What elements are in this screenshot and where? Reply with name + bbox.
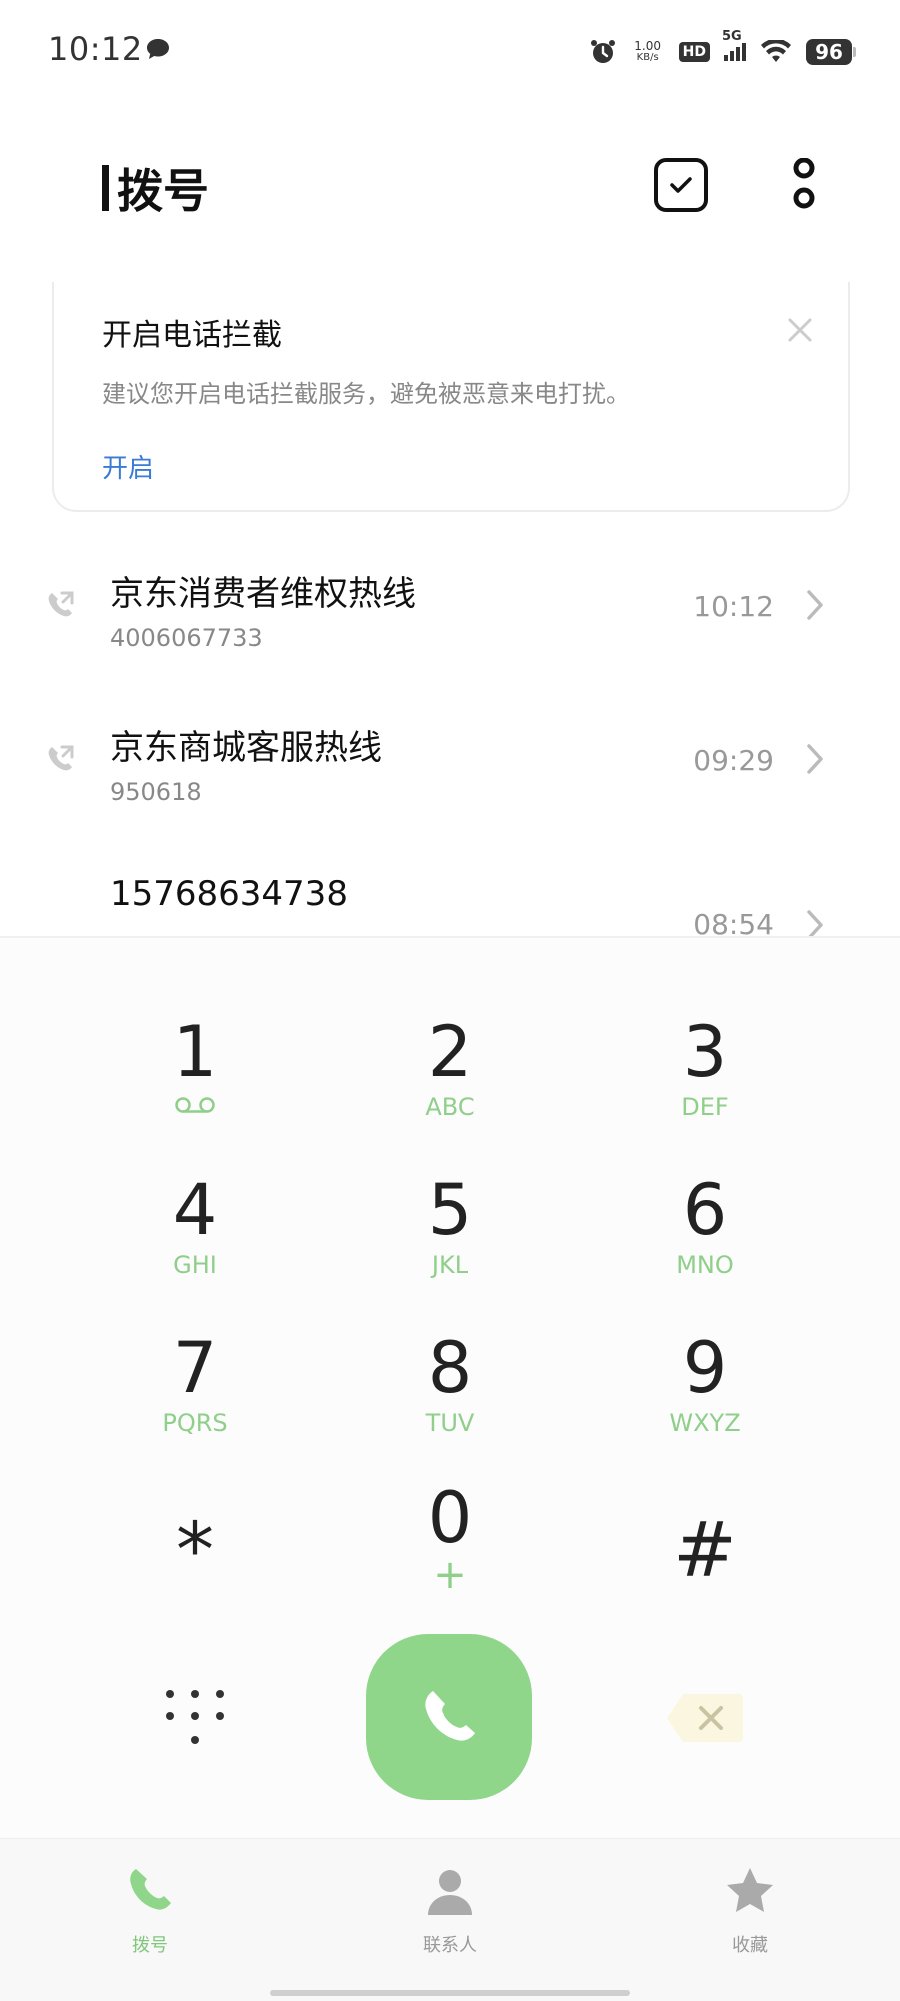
contact-name: 15768634738 xyxy=(110,874,348,914)
backspace-icon[interactable] xyxy=(665,1692,745,1744)
call-button[interactable] xyxy=(366,1634,532,1800)
tab-favorites[interactable]: 收藏 xyxy=(670,1865,830,1957)
call-time: 09:29 xyxy=(693,744,774,777)
close-icon[interactable] xyxy=(786,316,814,344)
key-digit: 6 xyxy=(682,1169,728,1251)
phone-icon xyxy=(425,1691,475,1741)
outgoing-call-icon xyxy=(48,591,74,617)
home-indicator[interactable] xyxy=(270,1990,630,1996)
key-digit: 5 xyxy=(427,1169,473,1251)
title-accent-bar xyxy=(102,165,109,211)
tab-label: 拨号 xyxy=(132,1935,168,1956)
key-letters: ABC xyxy=(425,1093,475,1121)
key-5[interactable]: 5 JKL xyxy=(330,1170,570,1310)
status-time: 10:12 xyxy=(48,30,143,68)
enable-button[interactable]: 开启 xyxy=(102,448,154,485)
alarm-icon xyxy=(590,40,615,63)
banner-title: 开启电话拦截 xyxy=(102,318,282,353)
phone-icon xyxy=(130,1869,171,1910)
key-letters xyxy=(75,1092,315,1122)
page-title: 拨号 xyxy=(102,155,209,221)
key-letters: JKL xyxy=(431,1251,469,1279)
key-digit: 8 xyxy=(427,1327,473,1409)
voicemail-icon xyxy=(175,1097,215,1113)
key-digit: 3 xyxy=(682,1011,728,1093)
key-digit: 0 xyxy=(427,1477,473,1559)
tab-contacts[interactable]: 联系人 xyxy=(370,1865,530,1957)
network-type: 5G xyxy=(722,29,742,44)
more-options-icon[interactable] xyxy=(790,158,818,214)
checkmark-icon xyxy=(670,177,692,193)
contact-name: 京东消费者维权热线 xyxy=(110,574,416,614)
select-button[interactable] xyxy=(654,158,708,212)
battery-indicator: 96 xyxy=(806,39,856,65)
call-blocking-banner: 开启电话拦截 建议您开启电话拦截服务，避免被恶意来电打扰。 开启 xyxy=(52,282,850,512)
dialpad-toggle-icon[interactable] xyxy=(160,1686,230,1756)
outgoing-call-icon xyxy=(48,745,74,771)
key-digit: 7 xyxy=(172,1327,218,1409)
key-1[interactable]: 1 xyxy=(75,1012,315,1152)
key-letters: GHI xyxy=(173,1251,217,1279)
wifi-icon xyxy=(761,40,791,62)
banner-description: 建议您开启电话拦截服务，避免被恶意来电打扰。 xyxy=(102,380,630,408)
key-digit: 1 xyxy=(172,1011,218,1093)
tab-label: 联系人 xyxy=(423,1935,477,1956)
key-3[interactable]: 3 DEF xyxy=(585,1012,825,1152)
key-hash[interactable]: # xyxy=(585,1482,825,1622)
status-bar: 10:12 1.00 KB/s HD 5G 96 xyxy=(0,0,900,100)
dialer-actions xyxy=(0,1630,900,1810)
network-speed: 1.00 KB/s xyxy=(631,40,665,64)
key-letters: PQRS xyxy=(162,1409,228,1437)
signal-bar xyxy=(736,47,740,61)
chevron-right-icon[interactable] xyxy=(805,742,825,776)
chevron-right-icon[interactable] xyxy=(805,588,825,622)
tab-dialer[interactable]: 拨号 xyxy=(70,1865,230,1957)
key-digit: 9 xyxy=(682,1327,728,1409)
key-letters: WXYZ xyxy=(669,1409,741,1437)
key-0[interactable]: 0 + xyxy=(330,1478,570,1618)
key-digit: 4 xyxy=(172,1169,218,1251)
key-letters: TUV xyxy=(425,1409,475,1437)
status-icons: 1.00 KB/s HD 5G 96 xyxy=(589,29,856,72)
bottom-navigation: 拨号 联系人 收藏 xyxy=(0,1838,900,2001)
key-8[interactable]: 8 TUV xyxy=(330,1328,570,1468)
call-time: 10:12 xyxy=(693,590,774,623)
key-digit: 2 xyxy=(427,1011,473,1093)
speed-value: 1.00 xyxy=(634,39,662,53)
signal-bar xyxy=(742,43,746,61)
signal-bar xyxy=(724,55,728,61)
key-digit: * xyxy=(176,1505,214,1594)
phone-number: 950618 xyxy=(110,778,202,806)
key-letters: DEF xyxy=(681,1093,729,1121)
person-icon xyxy=(428,1870,472,1915)
signal-indicator: 5G xyxy=(722,29,746,61)
contact-name: 京东商城客服热线 xyxy=(110,728,382,768)
key-4[interactable]: 4 GHI xyxy=(75,1170,315,1310)
call-log-item[interactable]: 京东商城客服热线 950618 09:29 xyxy=(0,698,900,848)
plus-sign: + xyxy=(433,1552,467,1598)
key-2[interactable]: 2 ABC xyxy=(330,1012,570,1152)
key-9[interactable]: 9 WXYZ xyxy=(585,1328,825,1468)
star-icon xyxy=(727,1868,773,1912)
tab-label: 收藏 xyxy=(732,1935,768,1956)
key-6[interactable]: 6 MNO xyxy=(585,1170,825,1310)
key-letters: MNO xyxy=(676,1251,734,1279)
key-star[interactable]: * xyxy=(75,1482,315,1622)
key-digit: # xyxy=(673,1505,737,1594)
phone-number: 4006067733 xyxy=(110,624,263,652)
page-title-text: 拨号 xyxy=(117,164,209,218)
signal-bar xyxy=(730,51,734,61)
speed-unit: KB/s xyxy=(636,52,659,63)
chat-bubble-icon xyxy=(147,39,169,59)
call-log-item[interactable]: 京东消费者维权热线 4006067733 10:12 xyxy=(0,544,900,694)
hd-badge: HD xyxy=(678,42,710,62)
key-7[interactable]: 7 PQRS xyxy=(75,1328,315,1468)
